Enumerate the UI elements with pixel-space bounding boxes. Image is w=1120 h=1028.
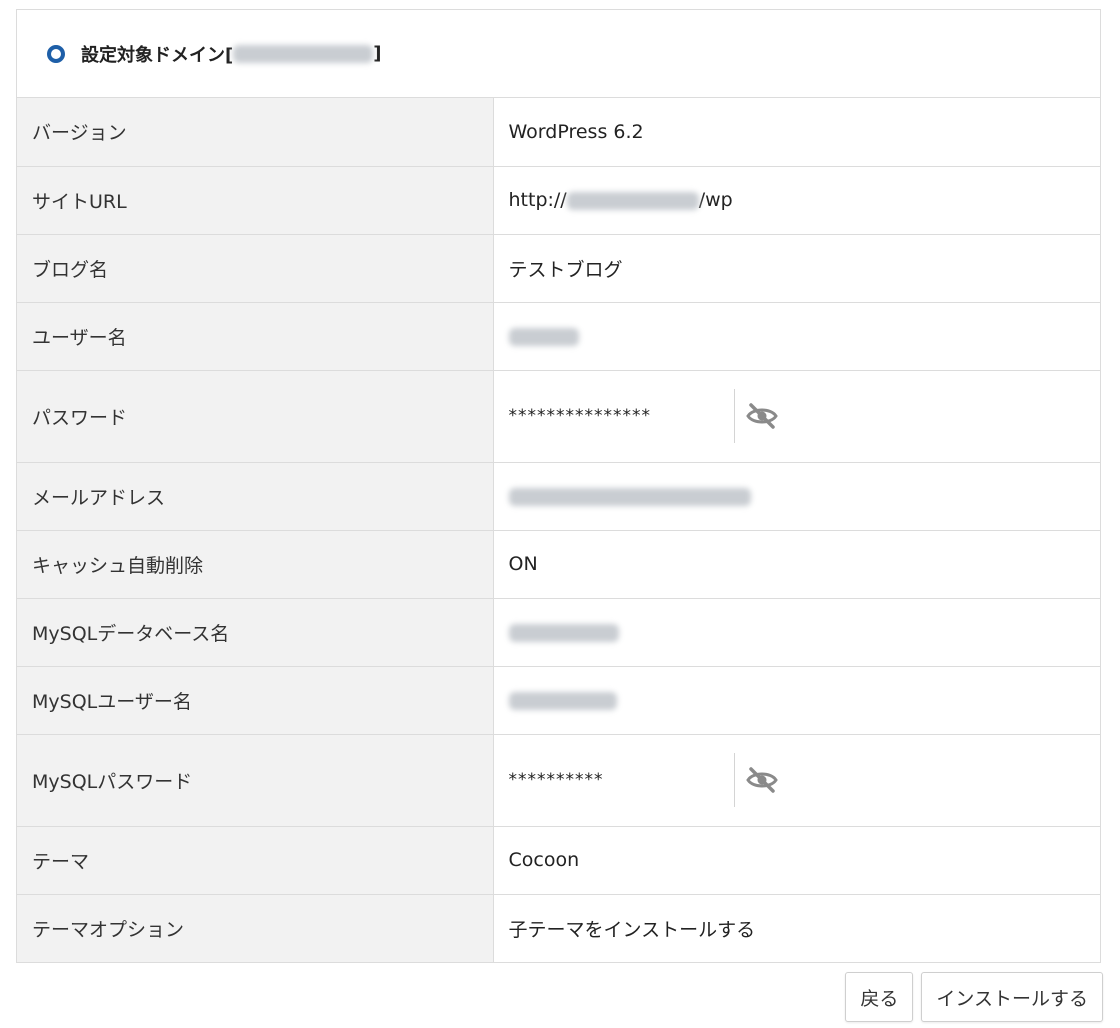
row-label: ユーザー名	[17, 302, 494, 371]
table-row: ブログ名 テストブログ	[17, 234, 1100, 303]
row-value: WordPress 6.2	[493, 98, 1100, 167]
db-password-field: **********	[509, 735, 1086, 826]
action-buttons: 戻る インストールする	[837, 972, 1103, 1022]
db-password-value: **********	[508, 770, 604, 790]
divider	[733, 389, 735, 443]
row-value: Cocoon	[493, 826, 1100, 895]
install-button[interactable]: インストールする	[921, 972, 1103, 1022]
row-value	[493, 598, 1100, 667]
redacted-db-name	[508, 623, 619, 642]
row-label: MySQLデータベース名	[17, 598, 494, 667]
table-row: テーマ Cocoon	[17, 826, 1100, 895]
settings-table: バージョン WordPress 6.2 サイトURL http:// /wp ブロ…	[17, 98, 1100, 962]
redacted-user-name	[508, 327, 579, 346]
row-value: **********	[493, 734, 1100, 827]
row-label: テーマ	[17, 826, 494, 895]
redacted-site-domain	[566, 191, 699, 210]
table-row: MySQLデータベース名	[17, 598, 1100, 667]
password-value: ***************	[508, 406, 651, 426]
table-row: テーマオプション 子テーマをインストールする	[17, 894, 1100, 962]
site-url-prefix: http://	[508, 189, 567, 211]
row-value: ON	[493, 530, 1100, 599]
table-row: MySQLパスワード **********	[17, 734, 1100, 827]
row-value: 子テーマをインストールする	[493, 894, 1100, 962]
table-row: メールアドレス	[17, 462, 1100, 531]
table-row: ユーザー名	[17, 302, 1100, 371]
table-row: サイトURL http:// /wp	[17, 166, 1100, 235]
row-label: MySQLパスワード	[17, 734, 494, 827]
circle-icon	[47, 44, 65, 63]
redacted-domain	[233, 44, 374, 63]
site-url-suffix: /wp	[698, 189, 733, 211]
eye-slash-icon[interactable]	[745, 766, 779, 794]
table-row: MySQLユーザー名	[17, 666, 1100, 735]
row-value	[493, 302, 1100, 371]
table-row: キャッシュ自動削除 ON	[17, 530, 1100, 599]
row-value	[493, 666, 1100, 735]
redacted-email	[508, 487, 751, 506]
row-label: ブログ名	[17, 234, 494, 303]
row-label: MySQLユーザー名	[17, 666, 494, 735]
title-suffix: ]	[373, 43, 382, 64]
row-value: ***************	[493, 370, 1100, 463]
panel-title: 設定対象ドメイン[ ]	[81, 41, 381, 67]
password-field: ***************	[509, 371, 1086, 462]
row-label: キャッシュ自動削除	[17, 530, 494, 599]
table-row: パスワード ***************	[17, 370, 1100, 463]
row-label: バージョン	[17, 98, 494, 167]
title-prefix: 設定対象ドメイン[	[81, 44, 234, 66]
row-value: http:// /wp	[493, 166, 1100, 235]
table-row: バージョン WordPress 6.2	[17, 98, 1100, 167]
redacted-db-user	[508, 691, 617, 710]
eye-slash-icon[interactable]	[745, 402, 779, 430]
row-value	[493, 462, 1100, 531]
row-value: テストブログ	[493, 234, 1100, 303]
panel-header: 設定対象ドメイン[ ]	[17, 10, 1100, 98]
divider	[733, 753, 735, 807]
back-button[interactable]: 戻る	[845, 972, 914, 1022]
row-label: パスワード	[17, 370, 494, 463]
row-label: テーマオプション	[17, 894, 494, 962]
settings-panel: 設定対象ドメイン[ ] バージョン WordPress 6.2 サイトURL h…	[16, 9, 1101, 963]
row-label: メールアドレス	[17, 462, 494, 531]
row-label: サイトURL	[17, 166, 494, 235]
